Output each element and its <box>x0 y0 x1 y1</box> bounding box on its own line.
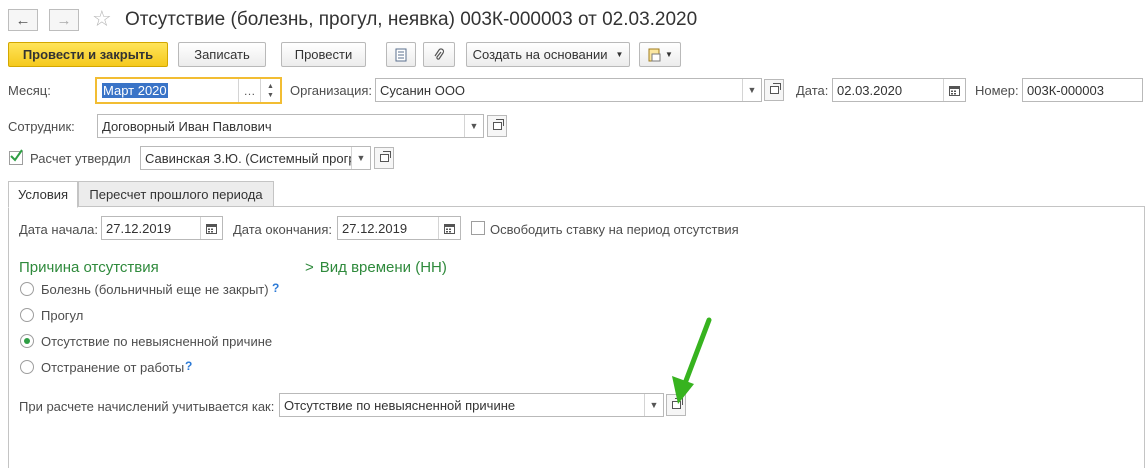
tab-recalculation[interactable]: Пересчет прошлого периода <box>78 181 274 207</box>
organization-label: Организация: <box>290 83 373 98</box>
open-window-icon <box>379 151 391 162</box>
employee-dropdown-button[interactable]: ▼ <box>464 115 483 137</box>
post-and-close-button[interactable]: Провести и закрыть <box>8 42 168 67</box>
open-window-icon <box>492 119 504 130</box>
employee-value: Договорный Иван Павлович <box>102 118 272 134</box>
time-kind-toggle[interactable]: > Вид времени (НН) <box>305 259 447 276</box>
accrual-field[interactable]: Отсутствие по невыясненной причине ▼ <box>279 393 664 417</box>
month-value: Март 2020 <box>102 83 168 98</box>
reason-radio-truancy[interactable] <box>20 308 34 322</box>
date-value: 02.03.2020 <box>837 82 903 98</box>
start-date-label: Дата начала: <box>19 222 98 237</box>
date-calendar-button[interactable] <box>943 79 965 101</box>
attach-button[interactable] <box>423 42 455 67</box>
approved-checkbox[interactable] <box>9 149 23 165</box>
approved-by-value: Савинская З.Ю. (Системный прогр <box>145 150 351 166</box>
month-select-button[interactable]: … <box>238 79 260 102</box>
number-field[interactable]: 003К-000003 <box>1022 78 1143 102</box>
post-button[interactable]: Провести <box>281 42 366 67</box>
favorite-star-icon[interactable]: ☆ <box>92 7 112 31</box>
employee-label: Сотрудник: <box>8 119 75 134</box>
page-title: Отсутствие (болезнь, прогул, неявка) 003… <box>125 9 698 30</box>
release-rate-checkbox[interactable] <box>471 221 485 235</box>
accrual-label: При расчете начислений учитывается как: <box>19 399 275 414</box>
chevron-right-icon: > <box>305 259 314 276</box>
month-spinner[interactable]: ▲ ▼ <box>260 79 280 102</box>
approved-by-dropdown-button[interactable]: ▼ <box>351 147 370 169</box>
month-label: Месяц: <box>8 83 51 98</box>
create-based-on-button[interactable]: Создать на основании ▼ <box>466 42 630 67</box>
month-field[interactable]: Март 2020 … ▲ ▼ <box>95 77 282 104</box>
accrual-value: Отсутствие по невыясненной причине <box>284 397 516 413</box>
paperclip-icon <box>434 47 445 60</box>
number-value: 003К-000003 <box>1027 82 1104 98</box>
organization-open-button[interactable] <box>764 79 784 101</box>
employee-open-button[interactable] <box>487 115 507 137</box>
reason-radio-unknown[interactable] <box>20 334 34 348</box>
employee-field[interactable]: Договорный Иван Павлович ▼ <box>97 114 484 138</box>
forward-button[interactable]: → <box>49 9 79 31</box>
back-button[interactable]: ← <box>8 9 38 31</box>
dropdown-arrow-icon: ▼ <box>665 50 673 59</box>
date-label: Дата: <box>796 83 829 98</box>
end-date-label: Дата окончания: <box>233 222 332 237</box>
date-field[interactable]: 02.03.2020 <box>832 78 966 102</box>
reason-truancy-label: Прогул <box>41 308 84 323</box>
dropdown-arrow-icon: ▼ <box>615 50 624 59</box>
organization-field[interactable]: Сусанин ООО ▼ <box>375 78 762 102</box>
approved-label: Расчет утвердил <box>30 151 131 166</box>
back-arrow-icon: ← <box>15 11 31 29</box>
tab-conditions[interactable]: Условия <box>8 181 78 208</box>
release-rate-label: Освободить ставку на период отсутствия <box>490 222 739 237</box>
approved-by-open-button[interactable] <box>374 147 394 169</box>
reason-radio-illness[interactable] <box>20 282 34 296</box>
calendar-icon <box>206 223 217 234</box>
calendar-icon <box>949 85 960 96</box>
start-date-value: 27.12.2019 <box>106 220 172 236</box>
organization-value: Сусанин ООО <box>380 82 466 98</box>
help-icon[interactable]: ? <box>185 359 192 373</box>
reason-unknown-label: Отсутствие по невыясненной причине <box>41 334 273 349</box>
document-list-icon <box>395 48 407 61</box>
annotation-arrow-icon <box>672 317 712 404</box>
start-date-calendar-button[interactable] <box>200 217 222 239</box>
start-date-field[interactable]: 27.12.2019 <box>101 216 223 240</box>
printer-icon <box>648 48 661 61</box>
report-button[interactable] <box>386 42 416 67</box>
save-button[interactable]: Записать <box>178 42 266 67</box>
end-date-calendar-button[interactable] <box>438 217 460 239</box>
forward-arrow-icon: → <box>56 11 72 29</box>
help-icon[interactable]: ? <box>272 281 279 295</box>
checkmark-icon <box>10 149 23 162</box>
print-menu-button[interactable]: ▼ <box>639 42 681 67</box>
organization-dropdown-button[interactable]: ▼ <box>742 79 761 101</box>
create-based-on-label: Создать на основании <box>472 47 608 62</box>
reason-suspension-label: Отстранение от работы <box>41 360 185 375</box>
open-window-icon <box>769 83 781 94</box>
end-date-field[interactable]: 27.12.2019 <box>337 216 461 240</box>
end-date-value: 27.12.2019 <box>342 220 408 236</box>
number-label: Номер: <box>975 83 1019 98</box>
reason-radio-suspension[interactable] <box>20 360 34 374</box>
calendar-icon <box>444 223 455 234</box>
reason-header: Причина отсутствия <box>19 259 159 276</box>
time-kind-label: Вид времени (НН) <box>319 259 447 276</box>
reason-illness-label: Болезнь (больничный еще не закрыт) <box>41 282 269 297</box>
approved-by-field[interactable]: Савинская З.Ю. (Системный прогр ▼ <box>140 146 371 170</box>
